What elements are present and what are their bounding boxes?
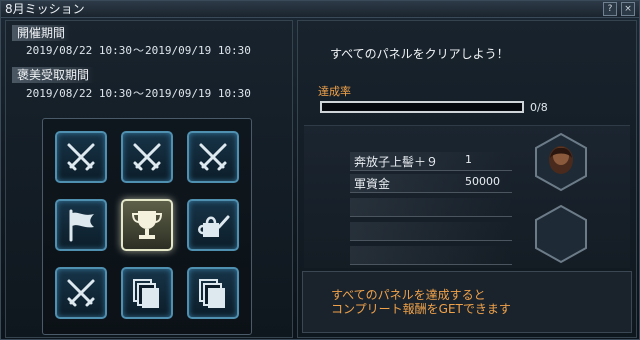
crossed-swords-icon bbox=[67, 143, 95, 171]
reward-value: 50000 bbox=[465, 175, 500, 188]
reward-row-empty bbox=[350, 222, 512, 241]
reward-value: 1 bbox=[465, 153, 472, 166]
reward-period-separator: ～ bbox=[132, 87, 144, 100]
cards-icon bbox=[133, 279, 159, 308]
note-line-2: コンプリート報酬をGETできます bbox=[331, 302, 511, 316]
completion-note: すべてのパネルを達成すると コンプリート報酬をGETできます bbox=[302, 271, 632, 333]
progress-label: 達成率 bbox=[318, 85, 351, 98]
mission-window: 8月ミッション ? × 開催期間 2019/08/22 10:30～2019/0… bbox=[0, 0, 640, 340]
reward-period-start: 2019/08/22 10:30 bbox=[26, 87, 132, 100]
mission-panel-8[interactable] bbox=[121, 267, 173, 319]
reward-row-empty bbox=[350, 198, 512, 217]
reward-name: 軍資金 bbox=[354, 177, 391, 191]
mission-detail-panel: すべてのパネルをクリアしよう！ 達成率 0/8 奔放子上髻＋９ 1 軍資金 50… bbox=[297, 20, 637, 338]
hairstyle-item-icon bbox=[549, 146, 573, 174]
event-period-separator: ～ bbox=[132, 44, 144, 57]
reward-list-panel: 奔放子上髻＋９ 1 軍資金 50000 bbox=[304, 125, 630, 268]
mission-panel-6[interactable] bbox=[187, 199, 239, 251]
cards-icon bbox=[199, 279, 225, 308]
trophy-icon bbox=[131, 211, 163, 239]
event-period-label: 開催期間 bbox=[12, 25, 71, 41]
reward-row: 軍資金 50000 bbox=[350, 174, 512, 193]
event-period-start: 2019/08/22 10:30 bbox=[26, 44, 132, 57]
reward-row-empty bbox=[350, 246, 512, 265]
event-period-value: 2019/08/22 10:30～2019/09/19 10:30 bbox=[26, 44, 251, 58]
mission-panel-7[interactable] bbox=[55, 267, 107, 319]
mission-panel-1[interactable] bbox=[55, 131, 107, 183]
reward-row: 奔放子上髻＋９ 1 bbox=[350, 152, 512, 171]
crossed-swords-icon bbox=[67, 279, 95, 307]
progress-bar bbox=[320, 101, 524, 113]
crossed-swords-icon bbox=[133, 143, 161, 171]
reward-period-end: 2019/09/19 10:30 bbox=[144, 87, 251, 100]
reward-period-value: 2019/08/22 10:30～2019/09/19 10:30 bbox=[26, 87, 251, 101]
mission-panel-3[interactable] bbox=[187, 131, 239, 183]
reward-period-label: 褒美受取期間 bbox=[12, 67, 95, 83]
reward-slot-1[interactable] bbox=[534, 132, 588, 192]
help-icon[interactable]: ? bbox=[603, 2, 617, 16]
close-icon[interactable]: × bbox=[621, 2, 635, 16]
window-title: 8月ミッション bbox=[5, 2, 85, 16]
mission-panel-4[interactable] bbox=[55, 199, 107, 251]
mission-panel-9[interactable] bbox=[187, 267, 239, 319]
reward-name: 奔放子上髻＋９ bbox=[354, 155, 439, 169]
mission-board-panel: 開催期間 2019/08/22 10:30～2019/09/19 10:30 褒… bbox=[5, 20, 293, 338]
mission-panel-2[interactable] bbox=[121, 131, 173, 183]
flag-icon bbox=[69, 209, 94, 242]
mission-panel-grid bbox=[42, 118, 252, 335]
note-line-1: すべてのパネルを達成すると bbox=[331, 288, 486, 302]
watering-can-icon bbox=[198, 215, 230, 237]
title-bar[interactable]: 8月ミッション ? × bbox=[1, 1, 639, 18]
progress-count: 0/8 bbox=[530, 101, 548, 114]
event-period-end: 2019/09/19 10:30 bbox=[144, 44, 251, 57]
mission-description: すべてのパネルをクリアしよう！ bbox=[330, 47, 509, 61]
crossed-swords-icon bbox=[199, 143, 227, 171]
mission-panel-5[interactable] bbox=[121, 199, 173, 251]
reward-slot-2[interactable] bbox=[534, 204, 588, 264]
